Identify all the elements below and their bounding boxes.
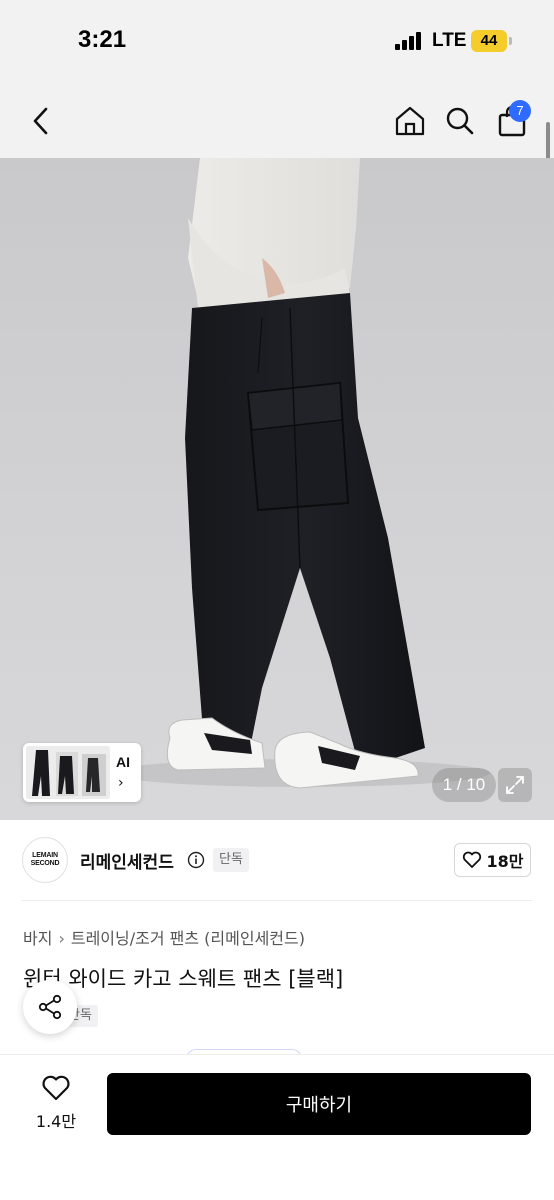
cart-count-badge: 7 [509, 100, 531, 122]
search-button[interactable] [435, 84, 485, 158]
nav-bar [0, 84, 554, 158]
divider [22, 900, 532, 901]
brand-logo[interactable]: LEMAIN SECOND [22, 837, 68, 883]
heart-icon [42, 1075, 70, 1101]
home-button[interactable] [385, 84, 435, 158]
home-icon [395, 106, 425, 136]
breadcrumb-item-category[interactable]: 바지 [23, 929, 52, 948]
heart-icon [462, 851, 481, 868]
brand-name[interactable]: 리메인세컨드 [80, 848, 174, 873]
breadcrumb: 바지 › 트레이닝/조거 팬츠 (리메인세컨드) [23, 925, 305, 949]
ai-label: AI [116, 754, 130, 770]
signal-icon [395, 32, 423, 50]
product-title: 윈터 와이드 카고 스웨트 팬츠 [블랙] [23, 967, 344, 991]
status-time: 3:21 [78, 26, 127, 53]
brand-logo-line2: SECOND [30, 860, 60, 867]
expand-icon [506, 776, 524, 794]
status-bar: 3:21 LTE 44 [0, 0, 554, 84]
brand-logo-line1: LEMAIN [32, 852, 58, 859]
info-icon[interactable] [187, 851, 205, 869]
cart-button[interactable] [487, 84, 537, 158]
product-image[interactable] [0, 158, 554, 820]
share-button[interactable] [23, 980, 77, 1034]
back-button[interactable] [16, 84, 66, 158]
share-icon [38, 994, 62, 1020]
image-counter: 1 / 10 [432, 768, 496, 802]
brand-exclusive-tag: 단독 [213, 848, 249, 872]
thumbnail-preview [26, 746, 110, 799]
network-label: LTE [432, 30, 467, 51]
expand-button[interactable] [498, 768, 532, 802]
brand-like-button[interactable]: 18만 [454, 843, 531, 877]
buy-button[interactable]: 구매하기 [107, 1073, 531, 1135]
chevron-left-icon [33, 107, 48, 135]
wishlist-button[interactable]: 1.4만 [28, 1074, 84, 1134]
brand-like-count: 18만 [486, 852, 524, 871]
chevron-right-icon: › [118, 775, 124, 791]
wishlist-count: 1.4만 [35, 1112, 77, 1131]
breadcrumb-separator: › [58, 929, 65, 948]
battery-icon: 44 [471, 30, 507, 52]
battery-nub [509, 37, 512, 45]
search-icon [446, 107, 474, 135]
product-photo [110, 158, 490, 789]
breadcrumb-item-subcategory[interactable]: 트레이닝/조거 팬츠 (리메인세컨드) [71, 929, 305, 948]
ai-thumbnail-card[interactable] [23, 743, 141, 802]
